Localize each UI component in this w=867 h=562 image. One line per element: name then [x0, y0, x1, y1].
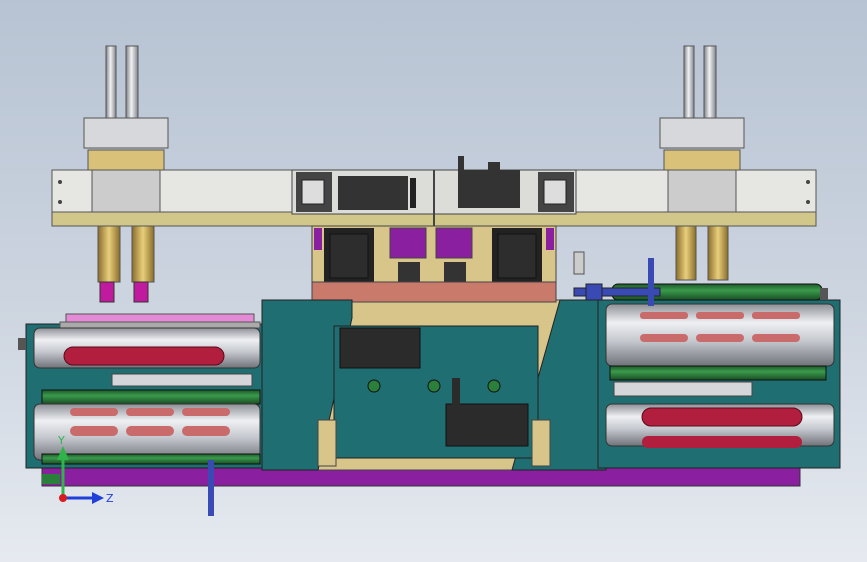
coordinate-triad: Y Z	[57, 434, 114, 505]
z-axis-label: Z	[106, 492, 114, 505]
triad-origin	[59, 494, 67, 502]
y-axis-label: Y	[57, 434, 65, 447]
cad-viewport[interactable]: Y Z	[0, 0, 867, 562]
